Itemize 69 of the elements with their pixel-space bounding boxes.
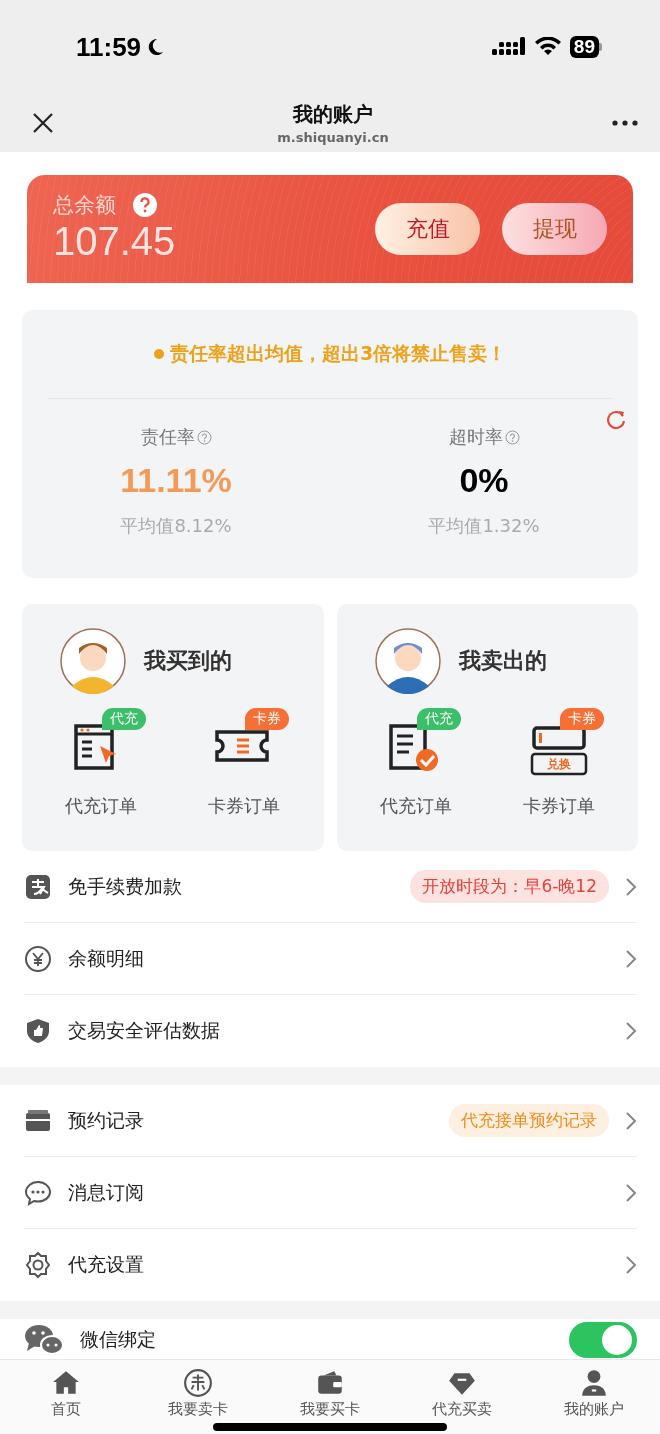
page-title: 我的账户 (293, 101, 373, 128)
payment-icon (24, 872, 52, 901)
chevron-right-icon (625, 1255, 637, 1275)
help-icon[interactable] (196, 429, 212, 445)
order-link[interactable]: 卡券订单 (522, 794, 595, 818)
menu-label: 代充设置 (68, 1252, 145, 1277)
recharge-button[interactable]: 充值 (375, 203, 480, 255)
menu-label: 预约记录 (68, 1107, 145, 1133)
user-icon (579, 1368, 609, 1398)
chat-icon (24, 1178, 52, 1207)
more-icon (612, 119, 638, 127)
sell-icon (183, 1368, 213, 1398)
panel-title: 我买到的 (144, 647, 232, 675)
metric-value: 11.11% (120, 461, 232, 500)
yen-icon (24, 944, 52, 973)
help-icon[interactable] (504, 429, 520, 445)
close-icon (32, 112, 54, 134)
order-tag: 代充 (102, 708, 147, 730)
chevron-right-icon (625, 876, 637, 897)
tab-item[interactable]: 首页 (0, 1360, 132, 1434)
menu-item[interactable]: 免手续费加款 开放时段为：早6-晚12 (24, 851, 637, 923)
menu-item[interactable]: 预约记录 代充接单预约记录 (24, 1085, 637, 1157)
metric-label: 超时率 (448, 425, 503, 449)
menu-tag: 代充接单预约记录 (449, 1104, 609, 1137)
order-link[interactable]: 代充订单 (65, 794, 138, 818)
exchange-label: 兑换 (545, 756, 572, 773)
menu-label: 微信绑定 (80, 1327, 157, 1352)
metric-average: 平均值8.12% (120, 514, 232, 538)
chevron-right-icon (625, 1021, 637, 1041)
menu-tag: 开放时段为：早6-晚12 (410, 870, 609, 903)
help-icon[interactable] (132, 192, 158, 218)
avatar-icon (60, 628, 126, 694)
tab-item[interactable]: 我要卖卡 (132, 1360, 264, 1434)
metric-value: 0% (459, 461, 509, 500)
order-link[interactable]: 卡券订单 (208, 794, 281, 818)
chevron-right-icon (625, 948, 637, 969)
menu-label: 余额明细 (68, 945, 145, 971)
chevron-right-icon (625, 1110, 637, 1131)
chevron-right-icon (625, 1182, 637, 1203)
warning-notice: 责任率超出均值，超出3倍将禁止售卖！ (169, 341, 507, 366)
signal-icon (491, 37, 526, 57)
menu-item[interactable]: 消息订阅 (24, 1157, 637, 1229)
menu-label: 交易安全评估数据 (68, 1018, 221, 1043)
balance-amount: 107.45 (53, 219, 176, 263)
menu-item[interactable]: 余额明细 (24, 923, 637, 995)
balance-label: 总余额 (53, 192, 116, 219)
menu-item[interactable]: 代充设置 (24, 1229, 637, 1301)
wechat-toggle[interactable] (569, 1322, 637, 1358)
tab-item[interactable]: 代充买卖 (396, 1360, 528, 1434)
panel-title: 我卖出的 (458, 647, 547, 675)
order-tag: 代充 (416, 708, 461, 730)
order-tag: 卡券 (559, 708, 604, 730)
bullet-icon (153, 349, 164, 359)
page-url: m.shiquanyi.cn (277, 130, 389, 145)
avatar-icon (374, 628, 441, 694)
metric-label: 责任率 (140, 425, 195, 449)
tab-item[interactable]: 我的账户 (528, 1360, 660, 1434)
metric-average: 平均值1.32% (428, 514, 540, 538)
menu-item[interactable]: 交易安全评估数据 (24, 995, 637, 1067)
settings-icon (24, 1251, 52, 1279)
battery-level: 89 (569, 36, 599, 58)
order-tag: 卡券 (245, 708, 290, 730)
menu-label: 消息订阅 (68, 1179, 145, 1205)
tab-item[interactable]: 我要买卡 (264, 1360, 396, 1434)
menu-label: 免手续费加款 (68, 873, 183, 899)
clock-time: 11:59 (76, 31, 142, 63)
wifi-icon (533, 37, 562, 57)
shield-icon (24, 1017, 52, 1045)
order-link[interactable]: 代充订单 (379, 794, 452, 818)
